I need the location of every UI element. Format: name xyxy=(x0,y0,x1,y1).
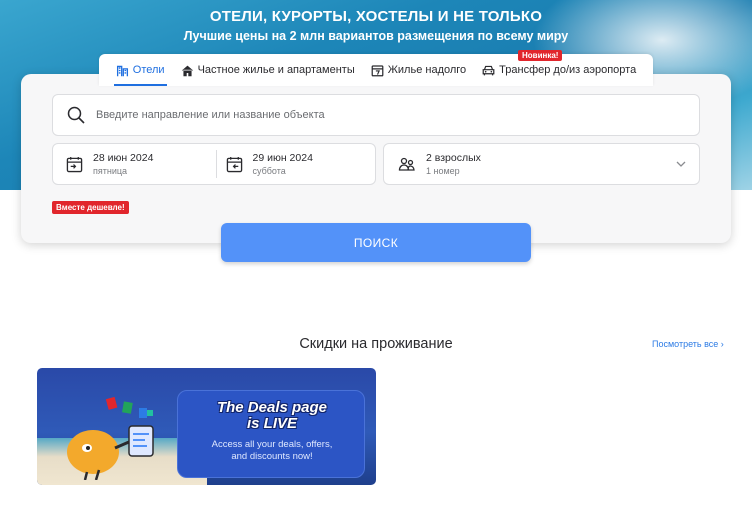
promo-heading-line-2: is LIVE xyxy=(246,415,298,432)
hero-subtitle: Лучшие цены на 2 млн вариантов размещени… xyxy=(183,29,569,43)
promo-heading: The Deals page is LIVE xyxy=(178,400,366,432)
cheaper-together-badge: Вместе дешевле! xyxy=(52,201,129,214)
tab-label: Жилье надолго xyxy=(387,64,467,76)
deals-promo-banner[interactable]: The Deals page is LIVE Access all your d… xyxy=(37,368,376,485)
checkout-weekday: суббота xyxy=(252,166,286,176)
promo-text: Access all your deals, offers, and disco… xyxy=(178,439,366,463)
checkin-weekday: пятница xyxy=(93,166,128,176)
car-icon xyxy=(482,65,495,75)
calendar-7-icon xyxy=(371,64,384,76)
search-type-tabs: Отели Частное жилье и апартаменты Жилье … xyxy=(99,54,653,86)
tab-label: Частное жилье и апартаменты xyxy=(197,64,355,76)
people-icon xyxy=(398,157,415,171)
chevron-down-icon xyxy=(676,161,686,167)
tab-label: Трансфер до/из аэропорта xyxy=(499,64,637,76)
tab-label: Отели xyxy=(132,64,165,76)
guests-selector[interactable]: 2 взрослых 1 номер xyxy=(383,143,700,185)
mascot-illustration xyxy=(67,396,154,480)
hotel-icon xyxy=(116,65,128,76)
destination-search-box[interactable] xyxy=(52,94,700,136)
tab-private-homes[interactable]: Частное жилье и апартаменты xyxy=(179,54,357,86)
promo-heading-line-1: The Deals page xyxy=(216,399,328,416)
rooms-count: 1 номер xyxy=(426,166,460,176)
calendar-checkout-icon xyxy=(226,156,242,172)
search-button[interactable]: ПОИСК xyxy=(221,223,531,262)
promo-text-line-1: Access all your deals, offers, xyxy=(211,439,333,450)
house-icon xyxy=(181,65,193,76)
deals-section-title: Скидки на проживание xyxy=(299,336,453,352)
tab-hotels[interactable]: Отели xyxy=(113,54,167,86)
see-all-link[interactable]: Посмотреть все › xyxy=(652,339,724,349)
hero-title: ОТЕЛИ, КУРОРТЫ, ХОСТЕЛЫ И НЕ ТОЛЬКО xyxy=(209,8,543,25)
search-card: 28 июн 2024 пятница 29 июн 2024 суббота … xyxy=(21,74,731,243)
deals-promo-panel: The Deals page is LIVE Access all your d… xyxy=(177,390,365,478)
checkout-date[interactable]: 29 июн 2024 суббота xyxy=(215,150,376,178)
promo-text-line-2: and discounts now! xyxy=(231,451,313,462)
tab-long-stay[interactable]: Жилье надолго xyxy=(369,54,468,86)
new-badge: Новинка! xyxy=(518,50,563,61)
destination-input[interactable] xyxy=(96,109,656,121)
checkin-date-value: 28 июн 2024 xyxy=(93,152,154,164)
checkout-date-value: 29 июн 2024 xyxy=(252,152,313,164)
calendar-checkin-icon xyxy=(66,156,83,172)
checkin-date[interactable]: 28 июн 2024 пятница xyxy=(53,144,216,184)
guests-count: 2 взрослых xyxy=(426,152,481,164)
date-range-picker: 28 июн 2024 пятница 29 июн 2024 суббота xyxy=(52,143,376,185)
search-icon xyxy=(67,106,85,124)
